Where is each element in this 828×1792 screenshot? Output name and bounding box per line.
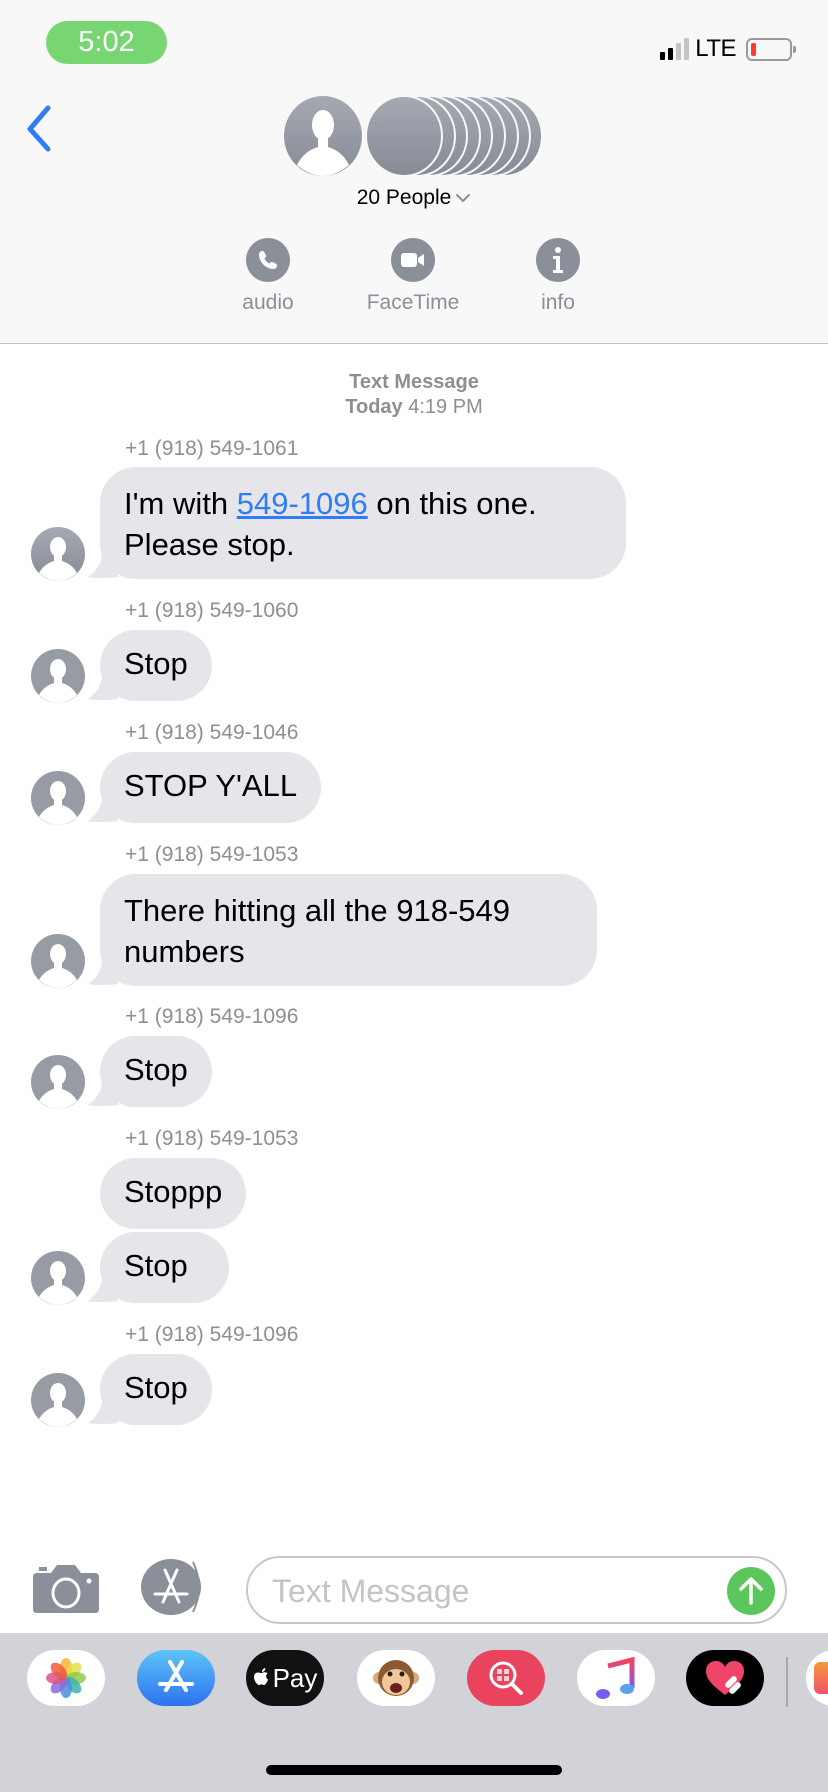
- message-text: Stop: [124, 646, 188, 681]
- sender-label: +1 (918) 549-1061: [125, 437, 299, 460]
- audio-label: audio: [242, 291, 294, 314]
- message-text: Please stop.: [124, 527, 295, 562]
- arrow-up-icon: [739, 1577, 763, 1605]
- bubble-tail: [88, 1081, 118, 1106]
- message-text: I'm with: [124, 486, 237, 521]
- contact-avatar-icon[interactable]: [31, 934, 85, 988]
- message-bubble[interactable]: STOP Y'ALL: [100, 752, 322, 823]
- sender-label: +1 (918) 549-1053: [125, 843, 299, 866]
- bubble-tail: [88, 675, 118, 700]
- facetime-button[interactable]: FaceTime: [353, 238, 473, 315]
- network-type: LTE: [695, 35, 736, 62]
- camera-icon[interactable]: [33, 1563, 99, 1613]
- person-avatar-icon: [282, 94, 364, 178]
- sender-label: +1 (918) 549-1060: [125, 599, 299, 622]
- message-text: There hitting all the 918-549: [124, 893, 511, 928]
- message-text: on this one.: [367, 486, 537, 521]
- contact-avatar-icon[interactable]: [31, 1251, 85, 1305]
- app-music[interactable]: [577, 1650, 655, 1706]
- globe-search-icon: [489, 1661, 523, 1695]
- chevron-left-icon: [27, 105, 51, 152]
- app-image-search[interactable]: [467, 1650, 545, 1706]
- heart-touch-icon: [706, 1661, 744, 1695]
- photos-icon: [46, 1658, 86, 1698]
- music-note-icon: [596, 1656, 635, 1699]
- battery-icon: [746, 37, 796, 61]
- phone-icon: [259, 251, 277, 269]
- message-bubble[interactable]: Stop: [100, 1232, 229, 1303]
- sender-label: +1 (918) 549-1096: [125, 1323, 299, 1346]
- facetime-label: FaceTime: [366, 291, 460, 314]
- status-time[interactable]: 5:02: [46, 21, 167, 64]
- app-app-store[interactable]: [137, 1650, 215, 1706]
- info-icon: [553, 247, 563, 273]
- signal-strength-icon: [660, 38, 690, 60]
- app-partial-icon: [814, 1662, 828, 1694]
- stacked-avatar-icon: [365, 95, 543, 177]
- contact-avatar-icon[interactable]: [31, 771, 85, 825]
- bubble-tail: [88, 1399, 118, 1424]
- message-input-container[interactable]: [246, 1556, 787, 1624]
- message-text: Stop: [124, 1248, 188, 1283]
- app-store-icon: [158, 1660, 194, 1692]
- group-avatar-stack[interactable]: [282, 94, 546, 178]
- message-bubble[interactable]: Stoppp: [100, 1158, 247, 1229]
- apple-logo-icon: [253, 1668, 268, 1685]
- bubble-tail: [88, 553, 118, 578]
- home-indicator[interactable]: [266, 1765, 562, 1775]
- audio-call-button[interactable]: audio: [208, 238, 328, 315]
- app-digital-touch[interactable]: [686, 1650, 764, 1706]
- service-type: Text Message: [349, 371, 479, 393]
- contact-avatar-icon[interactable]: [31, 1055, 85, 1109]
- app-more[interactable]: [806, 1650, 828, 1706]
- message-input[interactable]: [272, 1570, 712, 1612]
- back-button[interactable]: [20, 103, 60, 153]
- conversation-header: 5:02 LTE 20 People audio FaceTime info: [0, 0, 828, 344]
- status-indicators: LTE: [660, 35, 796, 62]
- info-label: info: [541, 291, 575, 314]
- sender-label: +1 (918) 549-1053: [125, 1127, 299, 1150]
- bubble-tail: [88, 960, 118, 985]
- info-button[interactable]: info: [498, 238, 618, 315]
- bubble-tail: [88, 1277, 118, 1302]
- message-text: Stoppp: [124, 1174, 223, 1209]
- message-bubble[interactable]: I'm with 549-1096 on this one. Please st…: [100, 467, 626, 579]
- message-bubble[interactable]: There hitting all the 918-549 numbers: [100, 874, 597, 986]
- contact-avatar-icon[interactable]: [31, 527, 85, 581]
- timestamp-day: Today: [345, 396, 403, 418]
- app-photos[interactable]: [27, 1650, 105, 1706]
- app-drawer-divider: [786, 1657, 788, 1707]
- monkey-animoji-icon: [373, 1660, 419, 1696]
- group-name-button[interactable]: 20 People: [0, 186, 828, 210]
- phone-number-link[interactable]: 549-1096: [237, 486, 368, 521]
- timestamp: Today 4:19 PM: [0, 395, 828, 420]
- contact-avatar-icon[interactable]: [31, 649, 85, 703]
- chevron-down-icon: [456, 194, 471, 203]
- send-button[interactable]: [727, 1567, 775, 1615]
- contact-avatar-icon[interactable]: [31, 1373, 85, 1427]
- sender-label: +1 (918) 549-1046: [125, 721, 299, 744]
- app-apple-pay[interactable]: Pay: [246, 1650, 324, 1706]
- app-store-icon[interactable]: [139, 1558, 211, 1616]
- message-text: numbers: [124, 934, 245, 969]
- message-text: STOP Y'ALL: [124, 768, 298, 803]
- message-text: Stop: [124, 1052, 188, 1087]
- service-label: Text Message Today 4:19 PM: [0, 370, 828, 420]
- message-text: Stop: [124, 1370, 188, 1405]
- app-animoji[interactable]: [357, 1650, 435, 1706]
- timestamp-time: 4:19 PM: [408, 396, 483, 418]
- group-name-label: 20 People: [356, 186, 452, 209]
- video-camera-icon: [401, 253, 424, 267]
- apple-pay-label: Pay: [272, 1662, 318, 1693]
- bubble-tail: [88, 797, 118, 822]
- sender-label: +1 (918) 549-1096: [125, 1005, 299, 1028]
